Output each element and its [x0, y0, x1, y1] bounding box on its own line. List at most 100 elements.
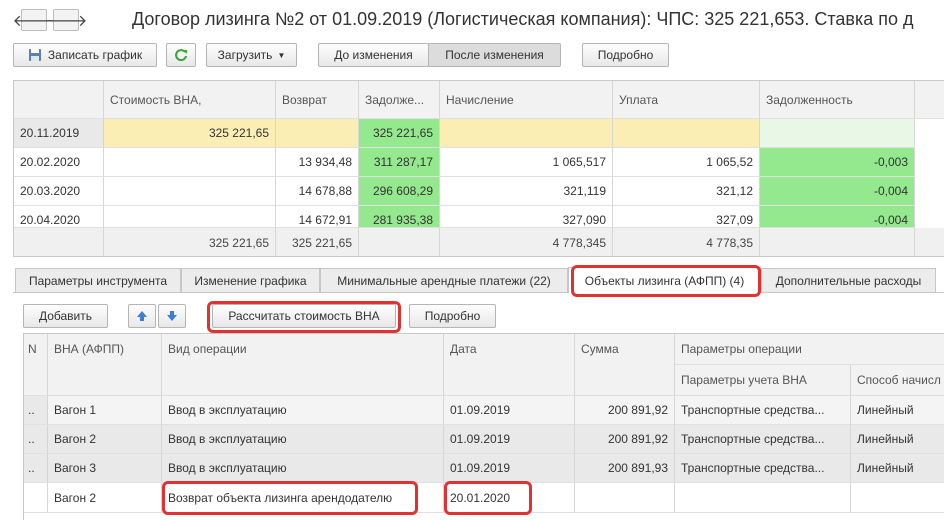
schedule-header-balance[interactable]: Задолженность [760, 81, 915, 119]
schedule-cell[interactable] [104, 177, 276, 206]
schedule-cell[interactable]: 14 678,88 [276, 177, 359, 206]
objects-detail-button[interactable]: Подробно [409, 304, 496, 328]
add-label: Добавить [38, 309, 93, 323]
schedule-cell[interactable]: 321,12 [613, 177, 760, 206]
schedule-cell[interactable]: 20.02.2020 [14, 148, 104, 177]
table-row-cell[interactable]: Транспортные средства... [675, 454, 851, 483]
refresh-button[interactable] [166, 43, 196, 67]
table-row-cell[interactable]: Ввод в эксплуатацию [162, 396, 444, 425]
schedule-cell[interactable]: 325 221,65 [359, 119, 440, 148]
table-row-cell[interactable]: Ввод в эксплуатацию [162, 454, 444, 483]
back-button[interactable]: 🡐 [13, 9, 55, 31]
table-row-cell[interactable]: .. [24, 425, 48, 454]
after-change-toggle[interactable]: После изменения [428, 43, 561, 67]
date-highlight-box [444, 481, 532, 515]
table-row-cell[interactable]: 01.09.2019 [444, 425, 575, 454]
table-row-cell[interactable]: Ввод в эксплуатацию [162, 425, 444, 454]
table-row-cell[interactable]: Вагон 3 [48, 454, 162, 483]
move-down-button[interactable] [158, 304, 186, 328]
schedule-header-accrual[interactable]: Начисление [440, 81, 613, 119]
schedule-cell[interactable] [440, 119, 613, 148]
table-row-cell[interactable]: Транспортные средства... [675, 396, 851, 425]
schedule-cell[interactable]: 327,090 [440, 206, 613, 228]
tab-instrument-params[interactable]: Параметры инструмента [15, 268, 181, 292]
schedule-cell[interactable]: 20.11.2019 [14, 119, 104, 148]
page-title: Договор лизинга №2 от 01.09.2019 (Логист… [132, 9, 914, 29]
schedule-table[interactable]: Стоимость ВНА, Возврат Задолже... Начисл… [13, 80, 944, 257]
table-row-cell[interactable]: .. [24, 396, 48, 425]
schedule-header-date [14, 81, 104, 119]
table-row-cell[interactable]: 200 891,92 [575, 425, 675, 454]
schedule-header-payment[interactable]: Уплата [613, 81, 760, 119]
table-row-cell[interactable] [575, 483, 675, 513]
arrow-up-icon [137, 311, 147, 321]
table-row-cell[interactable]: 200 891,93 [575, 454, 675, 483]
schedule-cell[interactable] [104, 206, 276, 228]
objects-header-vna[interactable]: ВНА (АФПП) [48, 334, 162, 396]
schedule-cell[interactable]: 14 672,91 [276, 206, 359, 228]
schedule-footer-cell: 4 778,345 [440, 228, 613, 256]
table-row-cell[interactable]: Транспортные средства... [675, 425, 851, 454]
table-row-cell[interactable] [675, 483, 851, 513]
schedule-cell[interactable]: -0,004 [760, 206, 915, 228]
schedule-header-extra [915, 81, 944, 119]
before-change-toggle[interactable]: До изменения [318, 43, 429, 67]
table-row-cell[interactable]: 01.09.2019 [444, 396, 575, 425]
table-row-cell[interactable]: Вагон 2 [48, 425, 162, 454]
schedule-cell[interactable]: -0,003 [760, 148, 915, 177]
table-row-cell[interactable]: Вагон 2 [48, 483, 162, 513]
objects-header-params-acc[interactable]: Параметры учета ВНА [675, 365, 851, 396]
schedule-cell[interactable] [760, 119, 915, 148]
table-row-cell[interactable]: 01.09.2019 [444, 454, 575, 483]
table-row-cell[interactable]: Линейный [851, 454, 944, 483]
schedule-header-debt[interactable]: Задолже... [359, 81, 440, 119]
objects-header-sum[interactable]: Сумма [575, 334, 675, 396]
schedule-cell[interactable]: 325 221,65 [104, 119, 276, 148]
objects-header-operation[interactable]: Вид операции [162, 334, 444, 396]
tab-min-payments[interactable]: Минимальные арендные платежи (22) [320, 268, 568, 292]
schedule-cell[interactable] [276, 119, 359, 148]
table-row-cell[interactable]: Линейный [851, 396, 944, 425]
forward-button[interactable]: 🡒 [45, 9, 87, 31]
schedule-header-return[interactable]: Возврат [276, 81, 359, 119]
schedule-cell[interactable]: 1 065,517 [440, 148, 613, 177]
move-up-button[interactable] [128, 304, 156, 328]
detail-label: Подробно [597, 48, 654, 62]
tab-schedule-change[interactable]: Изменение графика [181, 268, 320, 292]
save-schedule-label: Записать график [47, 48, 143, 62]
schedule-cell[interactable]: 321,119 [440, 177, 613, 206]
table-row-cell[interactable]: Линейный [851, 425, 944, 454]
schedule-cell[interactable]: 20.04.2020 [14, 206, 104, 228]
table-row-cell[interactable] [851, 483, 944, 513]
schedule-cell[interactable]: 327,09 [613, 206, 760, 228]
schedule-cell[interactable]: 13 934,48 [276, 148, 359, 177]
objects-header-params[interactable]: Параметры операции [675, 334, 944, 365]
table-row-cell[interactable]: .. [24, 454, 48, 483]
arrow-down-icon [167, 311, 177, 321]
schedule-cell[interactable]: 281 935,38 [359, 206, 440, 228]
schedule-footer-cell: 325 221,65 [104, 228, 276, 256]
add-button[interactable]: Добавить [23, 304, 108, 328]
schedule-cell[interactable]: 296 608,29 [359, 177, 440, 206]
arrow-right-icon: 🡒 [44, 12, 88, 30]
schedule-header-cost[interactable]: Стоимость ВНА, [104, 81, 276, 119]
schedule-cell[interactable]: 1 065,52 [613, 148, 760, 177]
objects-header-n[interactable]: N [24, 334, 48, 396]
before-change-label: До изменения [334, 48, 413, 62]
table-row-cell[interactable]: Вагон 1 [48, 396, 162, 425]
load-dropdown-button[interactable]: Загрузить ▼ [206, 43, 297, 67]
schedule-cell[interactable] [104, 148, 276, 177]
schedule-cell[interactable]: 311 287,17 [359, 148, 440, 177]
schedule-cell[interactable] [613, 119, 760, 148]
save-schedule-button[interactable]: Записать график [13, 43, 157, 67]
refresh-icon [175, 49, 187, 62]
schedule-cell[interactable]: 20.03.2020 [14, 177, 104, 206]
tabs-divider [13, 292, 944, 293]
tab-additional-expenses[interactable]: Дополнительные расходы [761, 268, 936, 292]
table-row-cell[interactable] [24, 483, 48, 513]
objects-header-date[interactable]: Дата [444, 334, 575, 396]
detail-button[interactable]: Подробно [582, 43, 669, 67]
table-row-cell[interactable]: 200 891,92 [575, 396, 675, 425]
schedule-cell[interactable]: -0,004 [760, 177, 915, 206]
objects-header-method[interactable]: Способ начисл [851, 365, 944, 396]
